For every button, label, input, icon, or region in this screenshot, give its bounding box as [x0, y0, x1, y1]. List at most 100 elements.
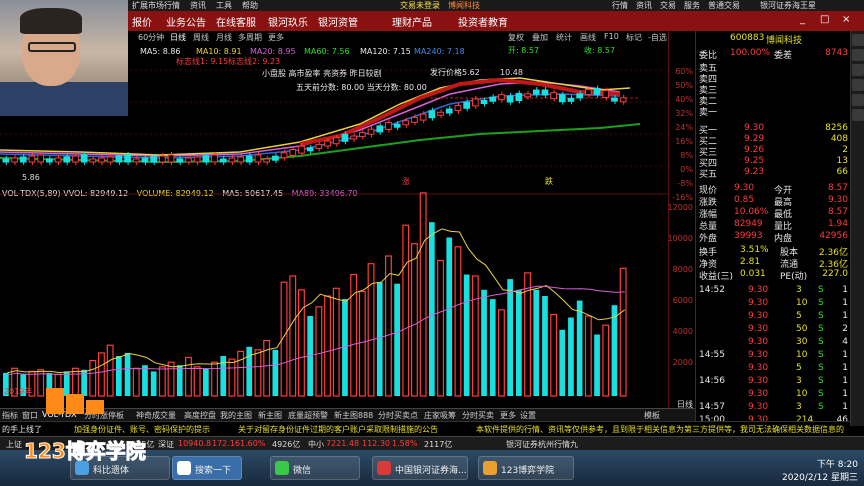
volume-bar [289, 275, 297, 397]
period-60min[interactable]: 60分钟 [138, 32, 164, 43]
candle [489, 96, 497, 102]
title-quote-tab[interactable]: 行情 [612, 0, 628, 11]
draw-line-button[interactable]: 画线 [580, 32, 596, 43]
title-normal-trade[interactable]: 普通交易 [708, 0, 740, 11]
ticker-item-2[interactable]: 关于对留存身份证件过期的客户账户采取限制措施的公告 [238, 424, 438, 435]
menu-online-service[interactable]: 在线客服 [216, 14, 256, 29]
candle [280, 152, 288, 159]
task-wechat[interactable]: 微信 [270, 456, 360, 480]
tab-settings[interactable]: 设置 [520, 410, 536, 421]
buy-price: 9.29 [744, 134, 765, 144]
sidebar-btn[interactable] [852, 34, 864, 46]
axis-vol-6000: 6000 [672, 296, 693, 305]
tab-dealer-absorb[interactable]: 庄家吸筹 [424, 410, 456, 421]
tick-count: 1 [842, 285, 848, 295]
fund-label-2: PE(动) [780, 272, 808, 282]
candle [193, 156, 201, 163]
tab-new-main-888[interactable]: 新主图888 [334, 410, 373, 421]
sidebar-btn[interactable] [852, 64, 864, 76]
period-more[interactable]: 更多 [268, 32, 284, 43]
period-day[interactable]: 日线 [170, 32, 186, 43]
candle [359, 132, 366, 138]
axis-vol-10000: 10000 [667, 234, 693, 243]
candle [237, 156, 245, 163]
overlay-button[interactable]: 叠加 [532, 32, 548, 43]
fund-value: 3.51% [740, 245, 769, 255]
title-menu-info[interactable]: 资讯 [190, 0, 206, 11]
sidebar-btn[interactable] [852, 79, 864, 91]
title-news-tab[interactable]: 资讯 [636, 0, 652, 11]
volume-bar [437, 259, 445, 397]
tick-row: 9.30 30 S 4 [696, 337, 851, 348]
ticker-item-3[interactable]: 本软件提供的行情、资讯等仅供参考，且到限于相关信息为第三方提供等，我司无法确保相… [476, 424, 844, 435]
tick-volume: 30 [796, 337, 808, 347]
tick-volume: 5 [796, 311, 802, 321]
tick-time: 14:56 [699, 376, 725, 386]
tab-bottom-volume[interactable]: 底量超预警 [288, 410, 328, 421]
f10-button[interactable]: F10 [604, 32, 619, 41]
remove-watchlist-button[interactable]: -自选 [648, 32, 667, 43]
tab-fenshi-trade[interactable]: 分时买卖 [462, 410, 494, 421]
menu-quote[interactable]: 报价 [132, 14, 152, 29]
mark-button[interactable]: 标记 [626, 32, 642, 43]
info-note: 小盘股 高市盈率 亮资券 昨日较剧 [262, 68, 382, 78]
period-week[interactable]: 周线 [193, 32, 209, 43]
tab-more[interactable]: 更多 [500, 410, 516, 421]
volume-bar [559, 329, 566, 396]
status-server[interactable]: 银河证券杭州行情九 [506, 439, 578, 450]
menu-galaxy-fun[interactable]: 银河玖乐 [268, 14, 308, 29]
tick-side: S [818, 285, 824, 295]
restore-rights-button[interactable]: 复权 [508, 32, 524, 43]
volume-bar [298, 289, 305, 397]
menu-announcements[interactable]: 业务公告 [166, 14, 206, 29]
menu-investor-edu[interactable]: 投资者教育 [458, 14, 508, 29]
candle [341, 133, 349, 142]
axis-vol-12000: 12000 [667, 203, 693, 212]
candle [532, 89, 540, 95]
status-zx-label[interactable]: 中小 [308, 439, 324, 450]
candle [524, 93, 531, 98]
stat-row: 涨跌 0.85 最高 9.30 [696, 195, 851, 208]
stats-button[interactable]: 统计 [556, 32, 572, 43]
menu-asset-mgmt[interactable]: 银河资管 [318, 14, 358, 29]
candle [619, 97, 627, 103]
close-label: 收: 8.57 [584, 45, 615, 55]
title-trade-tab[interactable]: 交易 [660, 0, 676, 11]
task-galaxy[interactable]: 中国银河证券海... [372, 456, 468, 480]
sidebar-btn[interactable] [852, 94, 864, 106]
minimize-button[interactable]: _ [800, 14, 805, 25]
candle [167, 154, 175, 163]
tick-side: S [818, 376, 824, 386]
candle [350, 135, 357, 140]
axis-pct-50: 50% [675, 81, 693, 90]
fund-row: 换手 3.51% 股本 2.36亿 [696, 245, 851, 258]
period-multi[interactable]: 多周期 [238, 32, 262, 43]
buy-level-row: 买一 9.30 8256 [696, 123, 851, 136]
maximize-button[interactable]: □ [820, 14, 829, 25]
candle [306, 147, 314, 152]
status-zx-value: 7221.48 [326, 439, 360, 448]
tab-fenshi-bs[interactable]: 分时买卖点 [378, 410, 418, 421]
title-menu-tools[interactable]: 工具 [216, 0, 232, 11]
system-clock[interactable]: 下午 8:20 2020/2/12 星期三 [782, 457, 858, 483]
tab-my-main[interactable]: 我的主图 [220, 410, 252, 421]
buy-volume: 66 [836, 167, 848, 177]
close-button[interactable]: × [842, 14, 850, 25]
template-button[interactable]: 模板 [644, 410, 660, 421]
task-123[interactable]: 123博弈学院 [478, 456, 574, 480]
task-search[interactable]: 搜索一下 [172, 456, 242, 480]
tab-high-control[interactable]: 高度控盘 [184, 410, 216, 421]
sidebar-btn[interactable] [852, 109, 864, 121]
title-left[interactable]: 扩展市场行情 [132, 0, 180, 11]
candle [428, 110, 436, 119]
status-sz-change: 172.16 [212, 439, 240, 448]
volume-bar [272, 349, 279, 396]
sidebar-btn[interactable] [852, 49, 864, 61]
period-month[interactable]: 月线 [216, 32, 232, 43]
volume-chart[interactable]: 2019年 [0, 186, 668, 398]
title-menu-help[interactable]: 帮助 [242, 0, 258, 11]
menu-wealth[interactable]: 理财产品 [392, 14, 432, 29]
tab-new-main[interactable]: 新主图 [258, 410, 282, 421]
title-service-tab[interactable]: 服务 [684, 0, 700, 11]
tick-row: 14:56 9.30 3 S 1 [696, 376, 851, 387]
